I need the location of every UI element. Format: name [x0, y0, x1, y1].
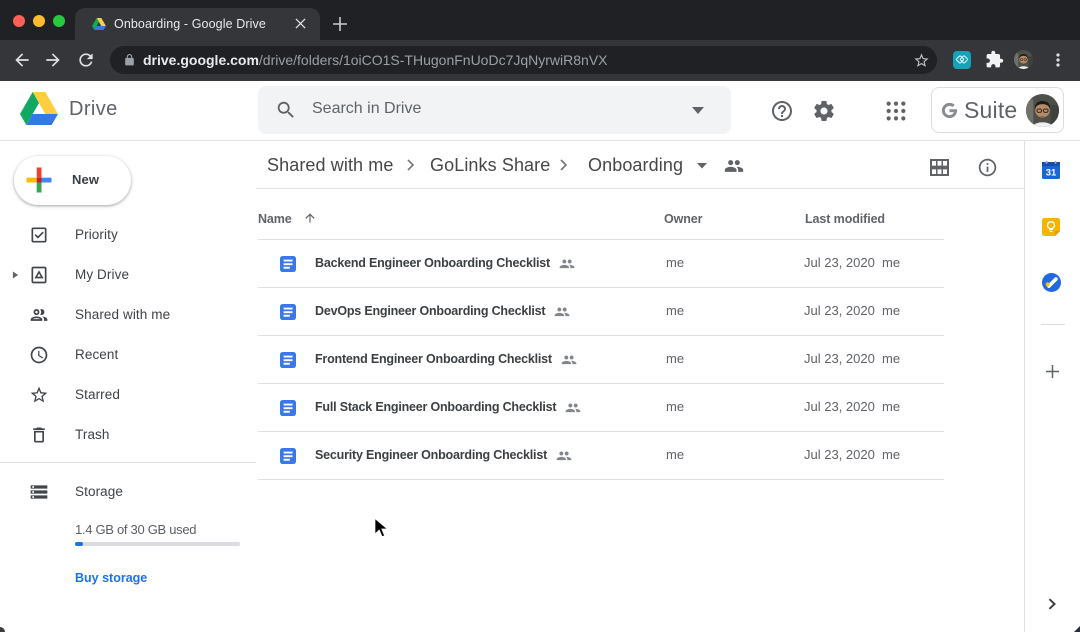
svg-text:31: 31: [1046, 168, 1057, 179]
